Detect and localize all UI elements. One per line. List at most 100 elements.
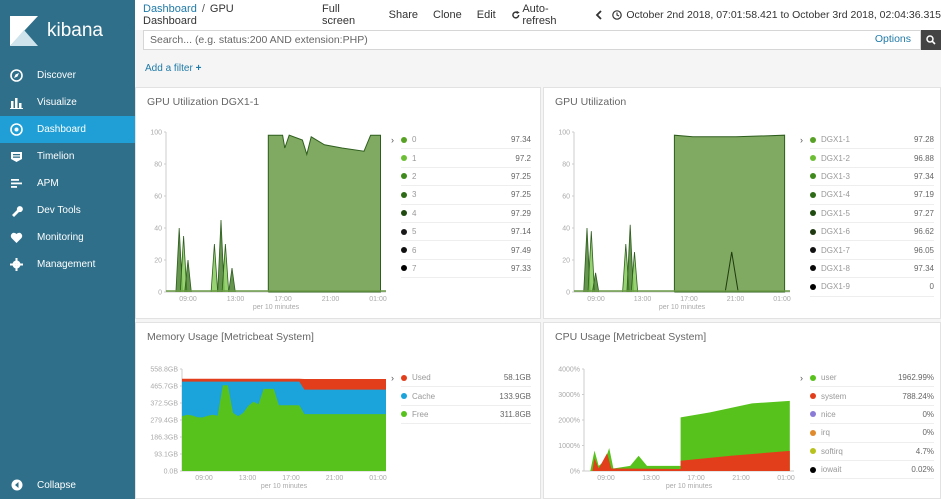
x-axis-label: per 10 minutes (666, 483, 713, 490)
legend-swatch (810, 191, 816, 198)
chevron-right-icon[interactable]: › (800, 135, 803, 145)
panel-gpu-utilization-dgx1-1: GPU Utilization DGX1-1 100 80 60 40 20 0 09:00… (135, 87, 541, 319)
sidebar-item-dashboard[interactable]: Dashboard (0, 116, 135, 143)
legend-item[interactable]: DGX1-9 0 (810, 278, 934, 297)
filter-bar: Add a filter + (135, 50, 941, 86)
memory-usage-chart[interactable]: 558.8GB 465.7GB 372.5GB 279.4GB 186.3GB 93.1G… (136, 351, 396, 499)
legend-item[interactable]: 7 97.33 (401, 260, 531, 279)
search-input[interactable] (143, 30, 921, 50)
clone-button[interactable]: Clone (433, 9, 462, 21)
legend-item[interactable]: DGX1-2 96.88 (810, 149, 934, 168)
legend-item[interactable]: DGX1-3 97.34 (810, 168, 934, 187)
chevron-right-icon[interactable]: › (391, 373, 394, 383)
legend-item[interactable]: DGX1-7 96.05 (810, 241, 934, 260)
legend-value: 96.62 (913, 227, 934, 237)
add-filter-button[interactable]: Add a filter + (145, 63, 201, 74)
legend-item[interactable]: 4 97.29 (401, 205, 531, 223)
legend-item[interactable]: irq 0% (810, 424, 934, 443)
chevron-right-icon[interactable]: › (800, 373, 803, 383)
legend-item[interactable]: 2 97.25 (401, 168, 531, 187)
sidebar-item-visualize[interactable]: Visualize (0, 89, 135, 116)
legend-swatch (401, 210, 407, 217)
legend-value: 97.34 (913, 263, 934, 273)
legend-item[interactable]: 3 97.25 (401, 186, 531, 205)
legend-name: 7 (412, 263, 417, 273)
gpu-utilization-chart[interactable]: 100 80 60 40 20 0 09:00 13:00 17:00 21:00 01:00 per… (544, 114, 800, 314)
search-button[interactable] (921, 30, 941, 50)
breadcrumb-separator: / (201, 3, 205, 15)
legend-item[interactable]: nice 0% (810, 406, 934, 425)
sidebar-item-discover[interactable]: Discover (0, 62, 135, 89)
legend-value: 97.2 (515, 153, 531, 163)
sidebar-item-label: Dashboard (37, 124, 86, 135)
auto-refresh-button[interactable]: Auto-refresh (511, 3, 581, 27)
breadcrumb-dashboard-link[interactable]: Dashboard (143, 3, 197, 15)
legend-value: 97.28 (913, 135, 934, 145)
search-bar: Options (143, 30, 941, 50)
x-tick-label: 17:00 (282, 475, 300, 482)
timelion-icon (10, 150, 23, 163)
y-tick-label: 80 (154, 162, 162, 169)
y-tick-label: 100 (558, 130, 570, 137)
legend-value: 97.19 (913, 190, 934, 200)
legend-item[interactable]: 6 97.49 (401, 241, 531, 260)
legend-item[interactable]: DGX1-1 97.28 (810, 131, 934, 150)
time-range-label: October 2nd 2018, 07:01:58.421 to Octobe… (626, 9, 941, 21)
legend-value: 97.25 (510, 171, 531, 181)
panel-gpu-utilization: GPU Utilization 100 80 60 40 20 0 09:00 13:00 17… (543, 87, 941, 319)
legend-name: DGX1-5 (821, 208, 850, 218)
y-tick-label: 0.0B (164, 469, 179, 476)
legend-item[interactable]: DGX1-4 97.19 (810, 186, 934, 205)
legend-item[interactable]: user 1962.99% (810, 369, 934, 388)
legend-swatch (401, 173, 407, 180)
sidebar-item-timelion[interactable]: Timelion (0, 143, 135, 170)
sidebar-item-apm[interactable]: APM (0, 170, 135, 197)
sidebar-item-dev-tools[interactable]: Dev Tools (0, 197, 135, 224)
legend-item[interactable]: DGX1-6 96.62 (810, 223, 934, 242)
legend-item[interactable]: 1 97.2 (401, 149, 531, 168)
legend-swatch (401, 136, 407, 143)
legend-swatch (810, 228, 816, 235)
full-screen-button[interactable]: Full screen (322, 3, 374, 27)
sidebar-item-label: Timelion (37, 151, 75, 162)
legend-value: 97.29 (510, 208, 531, 218)
legend-item[interactable]: 0 97.34 (401, 131, 531, 150)
legend-item[interactable]: DGX1-8 97.34 (810, 260, 934, 279)
cpu-usage-chart[interactable]: 4000% 3000% 2000% 1000% 0% 09:00 13:00 17:00 21:… (544, 351, 800, 499)
y-tick-label: 465.7GB (150, 384, 178, 391)
legend-name: irq (821, 428, 830, 438)
edit-button[interactable]: Edit (477, 9, 496, 21)
options-button[interactable]: Options (875, 33, 911, 45)
sidebar-item-monitoring[interactable]: Monitoring (0, 224, 135, 251)
chevron-right-icon[interactable]: › (391, 135, 394, 145)
legend-swatch (810, 210, 816, 217)
panel-title: CPU Usage [Metricbeat System] (555, 331, 707, 343)
legend-item[interactable]: system 788.24% (810, 387, 934, 406)
legend-swatch (810, 448, 816, 455)
legend-item[interactable]: DGX1-5 97.27 (810, 205, 934, 223)
share-button[interactable]: Share (389, 9, 418, 21)
legend-name: iowait (821, 465, 842, 475)
y-tick-label: 20 (562, 258, 570, 265)
legend: › Used 58.1GB Cache 133.9GB Free 311.8GB (391, 369, 531, 425)
x-tick-label: 01:00 (369, 296, 387, 303)
legend-swatch (401, 393, 407, 400)
y-tick-label: 20 (154, 258, 162, 265)
legend-item[interactable]: 5 97.14 (401, 223, 531, 242)
legend-item[interactable]: Used 58.1GB (401, 369, 531, 388)
legend-item[interactable]: softirq 4.7% (810, 443, 934, 461)
legend-item[interactable]: Cache 133.9GB (401, 387, 531, 406)
legend-item[interactable]: Free 311.8GB (401, 406, 531, 425)
y-tick-label: 279.4GB (150, 418, 178, 425)
legend-value: 96.05 (913, 245, 934, 255)
x-tick-label: 21:00 (732, 475, 750, 482)
gpu-dgx1-1-chart[interactable]: 100 80 60 40 20 0 09:00 13:00 17:00 21:00 01:00 per… (136, 114, 396, 314)
legend-item[interactable]: iowait 0.02% (810, 461, 934, 480)
brand[interactable]: kibana (0, 0, 135, 62)
sidebar-item-management[interactable]: Management (0, 251, 135, 278)
time-back-button[interactable] (595, 10, 602, 20)
collapse-button[interactable]: Collapse (0, 475, 135, 495)
legend-value: 96.88 (913, 153, 934, 163)
gear-icon (10, 258, 23, 271)
time-picker[interactable]: October 2nd 2018, 07:01:58.421 to Octobe… (612, 9, 941, 21)
